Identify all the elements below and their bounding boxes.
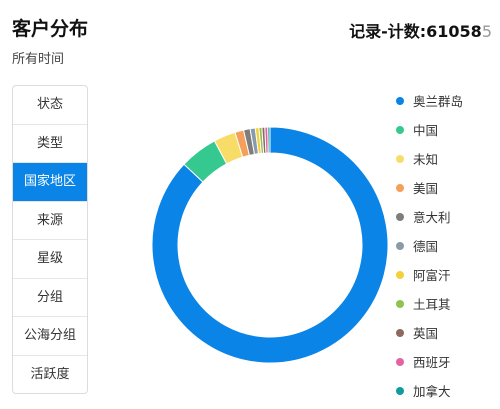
legend-marker-10 — [396, 386, 404, 395]
legend-item-7[interactable]: 土耳其 — [396, 289, 463, 318]
legend-label-4: 意大利 — [413, 210, 451, 225]
legend-label-7: 土耳其 — [413, 297, 451, 312]
legend-item-2[interactable]: 未知 — [396, 144, 463, 173]
legend-label-6: 阿富汗 — [413, 268, 451, 283]
tab-status[interactable]: 状态 — [13, 86, 87, 125]
tab-type[interactable]: 类型 — [13, 125, 87, 163]
legend-label-1: 中国 — [413, 123, 439, 138]
tab-activity[interactable]: 活跃度 — [13, 356, 87, 394]
legend-marker-7 — [396, 299, 404, 308]
legend-item-1[interactable]: 中国 — [396, 115, 463, 144]
legend-item-5[interactable]: 德国 — [396, 231, 463, 260]
legend-label-0: 奥兰群岛 — [413, 94, 464, 109]
legend-marker-6 — [396, 270, 404, 279]
legend-label-3: 美国 — [413, 181, 439, 196]
legend-marker-5 — [396, 241, 404, 250]
legend-item-9[interactable]: 西班牙 — [396, 347, 463, 376]
legend-marker-1 — [396, 125, 404, 134]
legend-item-10[interactable]: 加拿大 — [396, 376, 463, 405]
tab-source[interactable]: 来源 — [13, 202, 87, 240]
record-count-suffix: 5 — [481, 22, 492, 41]
legend-marker-8 — [396, 328, 404, 337]
dimension-tabs: 状态 类型 国家地区 来源 星级 分组 公海分组 活跃度 — [12, 85, 88, 394]
legend-label-5: 德国 — [413, 239, 439, 254]
chart-legend: 奥兰群岛中国未知美国意大利德国阿富汗土耳其英国西班牙加拿大 — [396, 86, 463, 405]
record-count-value: 61058 — [426, 22, 482, 41]
donut-chart — [151, 126, 389, 364]
legend-marker-2 — [396, 154, 404, 163]
legend-label-9: 西班牙 — [413, 355, 451, 370]
time-range-label: 所有时间 — [12, 52, 65, 67]
legend-marker-9 — [396, 357, 404, 366]
legend-label-8: 英国 — [413, 326, 439, 341]
record-count-label: 记录-计数: — [349, 22, 427, 41]
tab-star-level[interactable]: 星级 — [13, 240, 87, 279]
record-count: 记录-计数:610585 — [349, 18, 492, 42]
tab-public-pool-group[interactable]: 公海分组 — [13, 317, 87, 356]
legend-item-3[interactable]: 美国 — [396, 173, 463, 202]
legend-item-4[interactable]: 意大利 — [396, 202, 463, 231]
legend-marker-3 — [396, 183, 404, 192]
legend-item-6[interactable]: 阿富汗 — [396, 260, 463, 289]
donut-slice-10[interactable] — [267, 126, 271, 154]
legend-item-0[interactable]: 奥兰群岛 — [396, 86, 463, 115]
legend-marker-4 — [396, 212, 404, 221]
page-title: 客户分布 — [12, 18, 89, 40]
legend-label-2: 未知 — [413, 152, 439, 167]
legend-marker-0 — [396, 96, 404, 105]
legend-label-10: 加拿大 — [413, 384, 451, 399]
tab-group[interactable]: 分组 — [13, 279, 87, 317]
legend-item-8[interactable]: 英国 — [396, 318, 463, 347]
tab-country-region[interactable]: 国家地区 — [13, 163, 87, 202]
